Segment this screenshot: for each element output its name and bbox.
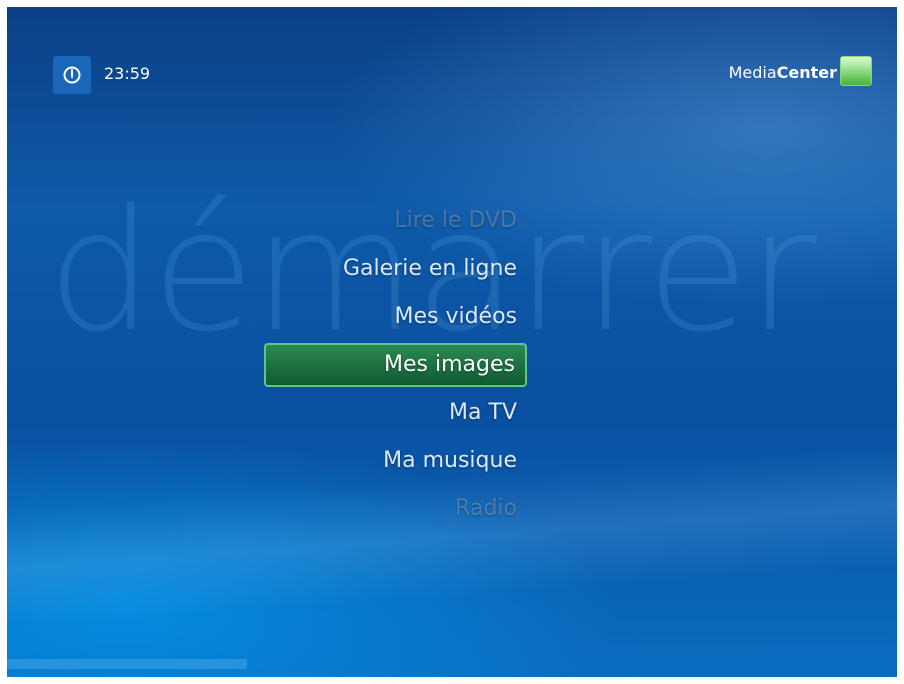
menu-item-ma-tv[interactable]: Ma TV — [264, 389, 527, 437]
menu-item-mes-videos[interactable]: Mes vidéos — [264, 293, 527, 341]
media-center-brand: MediaCenter — [729, 62, 837, 84]
menu-item-galerie-en-ligne[interactable]: Galerie en ligne — [264, 245, 527, 293]
windows-logo-icon[interactable] — [840, 56, 872, 86]
menu-item-radio[interactable]: Radio — [264, 485, 527, 533]
power-icon — [63, 66, 81, 84]
brand-center-text: Center — [776, 63, 837, 82]
bottom-decoration — [7, 659, 247, 669]
menu-item-mes-images[interactable]: Mes images — [264, 343, 527, 387]
menu-item-lire-le-dvd[interactable]: Lire le DVD — [264, 197, 527, 245]
menu-item-ma-musique[interactable]: Ma musique — [264, 437, 527, 485]
start-menu: Lire le DVD Galerie en ligne Mes vidéos … — [264, 197, 527, 533]
clock: 23:59 — [104, 64, 151, 83]
brand-media-text: Media — [728, 63, 777, 82]
power-button[interactable] — [53, 56, 91, 94]
media-center-screen: démarrer 23:59 MediaCenter Lire le DVD G… — [7, 7, 897, 677]
